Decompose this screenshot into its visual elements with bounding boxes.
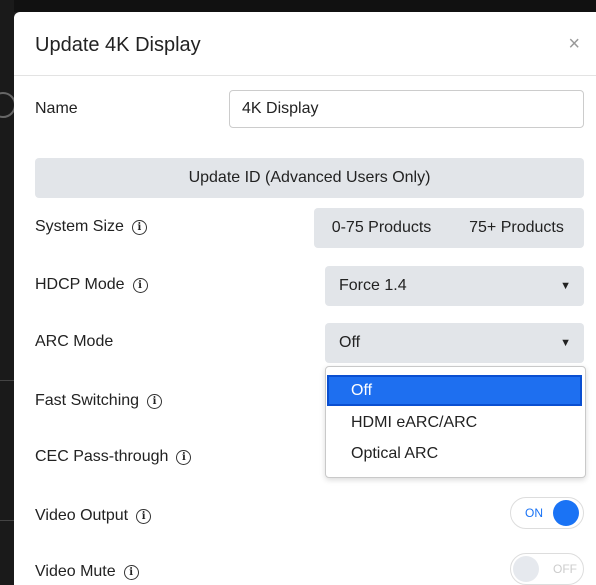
chevron-down-icon: ▼ — [560, 337, 571, 349]
name-label-text: Name — [35, 100, 78, 117]
hdcp-mode-select[interactable]: Force 1.4 ▼ — [325, 266, 584, 306]
arc-mode-label: ARC Mode — [35, 333, 113, 351]
background-divider — [0, 380, 14, 381]
arc-option-off[interactable]: Off — [327, 375, 582, 406]
background-top-bar — [0, 0, 596, 12]
info-icon[interactable]: i — [136, 509, 152, 524]
name-input[interactable]: 4K Display — [229, 90, 584, 128]
system-size-option-75-plus[interactable]: 75+ Products — [449, 208, 584, 248]
info-icon[interactable]: i — [123, 565, 139, 580]
fast-switching-label: Fast Switching i — [35, 392, 163, 410]
update-id-button[interactable]: Update ID (Advanced Users Only) — [35, 158, 584, 198]
arc-mode-select[interactable]: Off ▼ — [325, 323, 584, 363]
video-mute-label-text: Video Mute — [35, 563, 116, 580]
background-divider — [0, 520, 14, 521]
name-label: Name — [35, 100, 78, 118]
close-icon[interactable]: × — [568, 34, 580, 54]
arc-option-hdmi-earc[interactable]: HDMI eARC/ARC — [327, 407, 582, 438]
arc-mode-dropdown-menu: Off HDMI eARC/ARC Optical ARC — [325, 366, 586, 478]
toggle-on-label: ON — [525, 506, 543, 520]
cec-pass-through-label: CEC Pass-through i — [35, 448, 192, 466]
system-size-label-text: System Size — [35, 218, 124, 235]
info-icon[interactable]: i — [176, 450, 192, 465]
modal-title: Update 4K Display — [35, 34, 201, 56]
arc-mode-label-text: ARC Mode — [35, 333, 114, 350]
system-size-label: System Size i — [35, 218, 147, 236]
arc-option-optical-arc[interactable]: Optical ARC — [327, 438, 582, 469]
system-size-segmented-control: 0-75 Products 75+ Products — [314, 208, 584, 248]
toggle-knob — [513, 556, 539, 582]
toggle-knob — [553, 500, 579, 526]
modal-header: Update 4K Display × — [14, 12, 596, 76]
hdcp-mode-value: Force 1.4 — [339, 277, 407, 294]
arc-mode-value: Off — [339, 334, 361, 351]
fast-switching-label-text: Fast Switching — [35, 392, 140, 409]
hdcp-mode-label-text: HDCP Mode — [35, 276, 125, 293]
info-icon[interactable]: i — [131, 220, 147, 235]
hdcp-mode-label: HDCP Mode i — [35, 276, 148, 294]
cec-label-text: CEC Pass-through — [35, 448, 169, 465]
toggle-off-label: OFF — [553, 562, 577, 576]
video-mute-label: Video Mute i — [35, 563, 139, 581]
chevron-down-icon: ▼ — [560, 280, 571, 292]
video-output-label: Video Output i — [35, 507, 152, 525]
update-display-modal: Update 4K Display × Name 4K Display Upda… — [14, 12, 596, 585]
info-icon[interactable]: i — [132, 278, 148, 293]
video-output-label-text: Video Output — [35, 507, 129, 524]
background-left-panel — [0, 0, 16, 585]
info-icon[interactable]: i — [147, 394, 163, 409]
video-mute-toggle[interactable]: OFF — [510, 553, 584, 585]
video-output-toggle[interactable]: ON — [510, 497, 584, 529]
system-size-option-0-75[interactable]: 0-75 Products — [314, 208, 449, 248]
